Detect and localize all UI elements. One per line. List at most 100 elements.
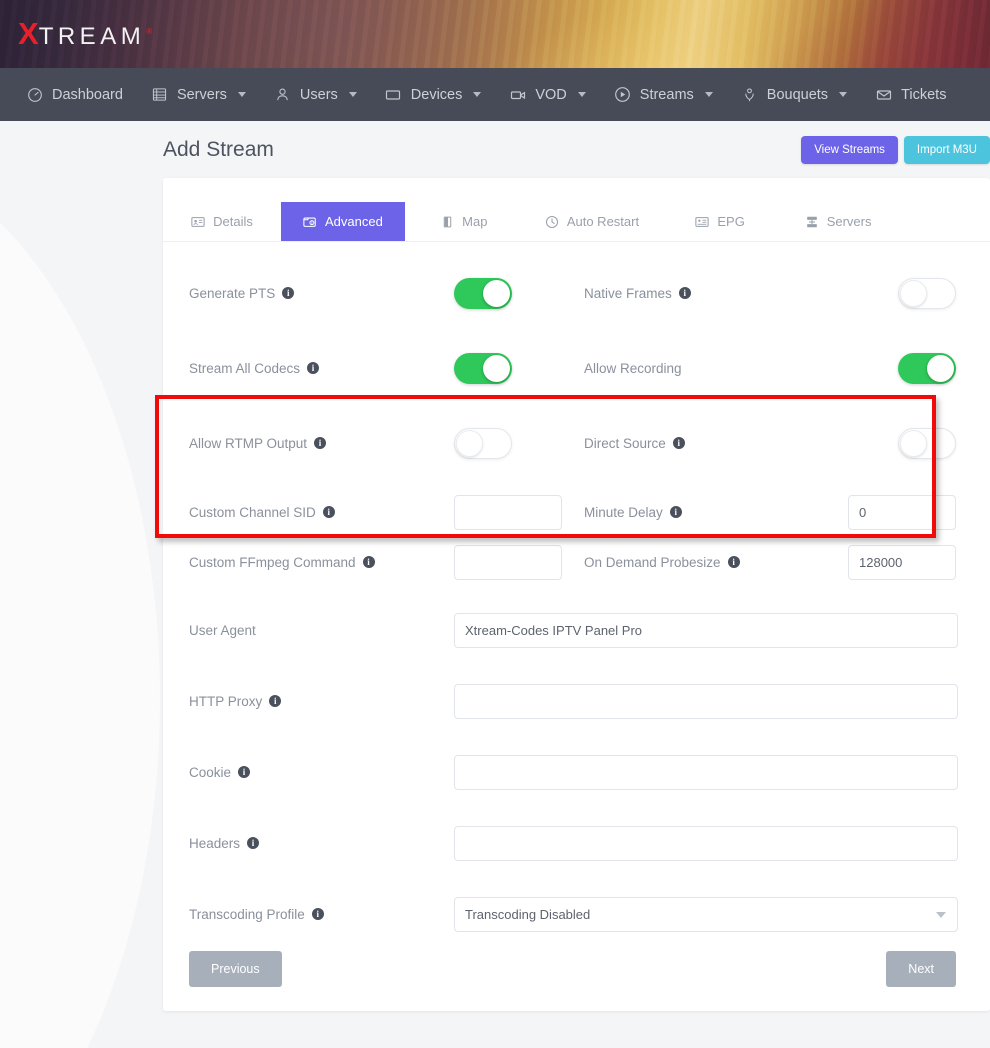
control-allow-recording [846,353,956,384]
toggle-direct-source[interactable] [898,428,956,459]
label-text-minute-delay: Minute Delay [584,505,663,520]
nav-label-tickets: Tickets [901,87,946,103]
toggle-knob [483,280,510,307]
nav-item-streams[interactable]: Streams [600,68,727,121]
custom-channel-sid-input[interactable] [454,495,562,530]
toggle-allow-rtmp-output[interactable] [454,428,512,459]
toggle-knob [483,355,510,382]
nav-item-bouquets[interactable]: Bouquets [727,68,861,121]
custom-ffmpeg-command-input[interactable] [454,545,562,580]
toggle-allow-recording[interactable] [898,353,956,384]
toggle-native-frames[interactable] [898,278,956,309]
nav-item-devices[interactable]: Devices [371,68,496,121]
tab-map[interactable]: Map [405,202,523,241]
control-on-demand-probesize [846,545,956,580]
view-streams-button[interactable]: View Streams [801,136,898,164]
info-icon[interactable]: i [312,908,324,920]
on-demand-probesize-input[interactable] [848,545,956,580]
label-text-custom-ffmpeg-command: Custom FFmpeg Command [189,555,356,570]
toggle-knob [900,280,927,307]
chevron-down-icon [473,92,481,97]
row-headers: Headers i [189,824,956,862]
nav-label-users: Users [300,87,338,103]
control-stream-all-codecs [454,353,584,384]
label-text-on-demand-probesize: On Demand Probesize [584,555,721,570]
info-icon[interactable]: i [282,287,294,299]
nav-item-servers[interactable]: Servers [137,68,260,121]
label-text-allow-rtmp-output: Allow RTMP Output [189,436,307,451]
previous-button[interactable]: Previous [189,951,282,987]
label-transcoding-profile: Transcoding Profile i [189,907,454,922]
stream-form-tabs: Details Advanced Map [163,202,990,242]
map-icon [440,215,454,229]
advanced-settings-form: Generate PTS i Native Frames i [163,242,990,933]
tab-label-details: Details [213,214,253,229]
page-body: Add Stream View Streams Import M3U Detai… [0,121,990,1048]
info-icon[interactable]: i [269,695,281,707]
info-icon[interactable]: i [363,556,375,568]
info-icon[interactable]: i [307,362,319,374]
control-custom-channel-sid [454,495,584,530]
chevron-down-icon [578,92,586,97]
control-transcoding-profile [454,897,958,932]
label-text-headers: Headers [189,836,240,851]
row-custom-channel-sid: Custom Channel SID i Minute Delay i [189,493,956,531]
nav-label-devices: Devices [411,87,463,103]
info-icon[interactable]: i [679,287,691,299]
nav-label-vod: VOD [535,87,566,103]
http-proxy-input[interactable] [454,684,958,719]
info-icon[interactable]: i [323,506,335,518]
tab-epg[interactable]: EPG [661,202,779,241]
label-minute-delay: Minute Delay i [584,505,846,520]
label-allow-recording: Allow Recording [584,361,846,376]
label-cookie: Cookie i [189,765,454,780]
label-text-custom-channel-sid: Custom Channel SID [189,505,316,520]
xtream-logo[interactable]: X TREAM ® [18,18,152,49]
label-text-generate-pts: Generate PTS [189,286,275,301]
label-text-stream-all-codecs: Stream All Codecs [189,361,300,376]
row-generate-pts: Generate PTS i Native Frames i [189,268,956,318]
tab-auto-restart[interactable]: Auto Restart [523,202,661,241]
toggle-knob [900,430,927,457]
import-m3u-button[interactable]: Import M3U [904,136,990,164]
info-icon[interactable]: i [314,437,326,449]
nav-item-dashboard[interactable]: Dashboard [12,68,137,121]
tab-servers[interactable]: Servers [779,202,897,241]
label-text-user-agent: User Agent [189,623,256,638]
tab-advanced[interactable]: Advanced [281,202,405,241]
envelope-icon [875,86,892,103]
next-button[interactable]: Next [886,951,956,987]
control-direct-source [846,428,956,459]
transcoding-profile-select[interactable] [454,897,958,932]
cookie-input[interactable] [454,755,958,790]
info-icon[interactable]: i [673,437,685,449]
info-icon[interactable]: i [728,556,740,568]
page-title: Add Stream [163,138,801,162]
user-agent-input[interactable] [454,613,958,648]
main-navigation: Dashboard Servers Users Devices VOD Stre [0,68,990,121]
row-transcoding-profile: Transcoding Profile i [189,895,956,933]
row-custom-ffmpeg-command: Custom FFmpeg Command i On Demand Probes… [189,543,956,581]
info-icon[interactable]: i [247,837,259,849]
info-icon[interactable]: i [670,506,682,518]
label-headers: Headers i [189,836,454,851]
transcoding-profile-select-wrapper [454,897,958,932]
nav-item-users[interactable]: Users [260,68,371,121]
toggle-stream-all-codecs[interactable] [454,353,512,384]
nav-item-tickets[interactable]: Tickets [861,68,960,121]
video-icon [509,86,526,103]
label-user-agent: User Agent [189,623,454,638]
nav-label-dashboard: Dashboard [52,87,123,103]
id-card-icon [191,215,205,229]
label-http-proxy: HTTP Proxy i [189,694,454,709]
nav-item-vod[interactable]: VOD [495,68,599,121]
toggle-generate-pts[interactable] [454,278,512,309]
toggle-knob [456,430,483,457]
tab-details[interactable]: Details [163,202,281,241]
add-stream-card: Details Advanced Map [163,178,990,1011]
info-icon[interactable]: i [238,766,250,778]
nav-label-streams: Streams [640,87,694,103]
page-header-actions: View Streams Import M3U [801,136,990,164]
minute-delay-input[interactable] [848,495,956,530]
headers-input[interactable] [454,826,958,861]
